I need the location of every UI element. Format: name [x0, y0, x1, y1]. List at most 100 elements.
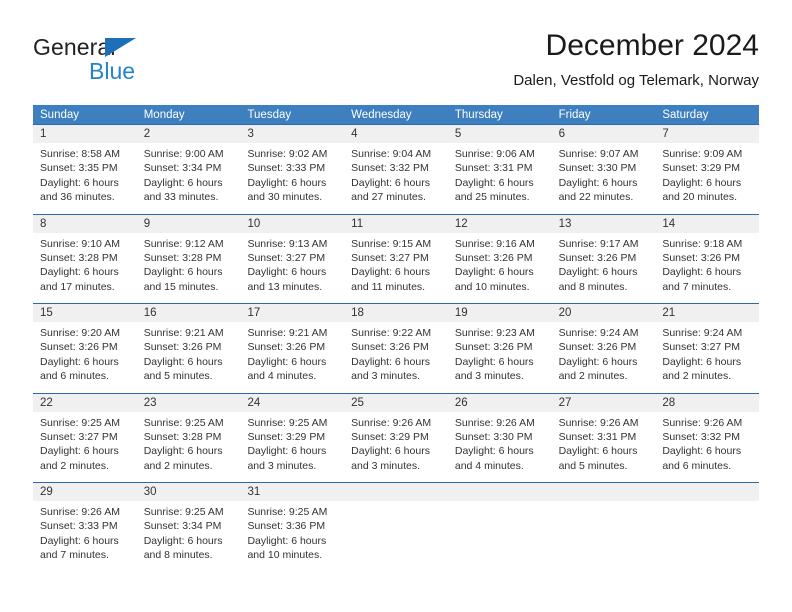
sunrise-text: Sunrise: 9:25 AM	[143, 416, 224, 429]
page-subtitle: Dalen, Vestfold og Telemark, Norway	[513, 72, 759, 89]
week-row: 29 Sunrise: 9:26 AM Sunset: 3:33 PM Dayl…	[33, 482, 760, 572]
sunset-text: Sunset: 3:26 PM	[143, 341, 222, 354]
daylight-line2: and 13 minutes.	[247, 280, 323, 293]
day-cell-empty	[344, 483, 448, 572]
sunset-text: Sunset: 3:26 PM	[454, 251, 533, 264]
daylight-line1: Daylight: 6 hours	[454, 176, 534, 189]
sunset-text: Sunset: 3:30 PM	[558, 162, 637, 175]
day-number: 19	[447, 304, 552, 322]
day-cell[interactable]: 28 Sunrise: 9:26 AM Sunset: 3:32 PM Dayl…	[655, 393, 760, 482]
day-cell[interactable]: 18 Sunrise: 9:22 AM Sunset: 3:26 PM Dayl…	[344, 304, 448, 393]
day-cell[interactable]: 17 Sunrise: 9:21 AM Sunset: 3:26 PM Dayl…	[240, 304, 345, 393]
daylight-line1: Daylight: 6 hours	[247, 266, 327, 279]
day-details: Sunrise: 9:25 AM Sunset: 3:27 PM Dayligh…	[33, 412, 137, 474]
day-cell-empty	[447, 483, 552, 572]
day-details: Sunrise: 9:22 AM Sunset: 3:26 PM Dayligh…	[344, 322, 448, 384]
sunset-text: Sunset: 3:27 PM	[40, 430, 118, 443]
day-cell[interactable]: 1 Sunrise: 8:58 AM Sunset: 3:35 PM Dayli…	[33, 125, 137, 214]
daylight-line1: Daylight: 6 hours	[40, 445, 119, 458]
day-cell[interactable]: 16 Sunrise: 9:21 AM Sunset: 3:26 PM Dayl…	[136, 304, 241, 393]
sunrise-text: Sunrise: 9:25 AM	[247, 416, 328, 429]
sunrise-text: Sunrise: 9:18 AM	[662, 237, 743, 250]
day-cell[interactable]: 5 Sunrise: 9:06 AM Sunset: 3:31 PM Dayli…	[447, 125, 552, 214]
daylight-line2: and 2 minutes.	[143, 459, 213, 472]
day-cell[interactable]: 24 Sunrise: 9:25 AM Sunset: 3:29 PM Dayl…	[240, 393, 345, 482]
day-number: 9	[136, 214, 241, 233]
sunset-text: Sunset: 3:26 PM	[40, 341, 118, 354]
day-details	[344, 501, 448, 505]
day-cell[interactable]: 8 Sunrise: 9:10 AM Sunset: 3:28 PM Dayli…	[33, 214, 137, 303]
day-details: Sunrise: 9:25 AM Sunset: 3:28 PM Dayligh…	[137, 412, 241, 474]
sunset-text: Sunset: 3:29 PM	[662, 162, 740, 175]
day-number: 31	[240, 483, 345, 501]
day-cell[interactable]: 25 Sunrise: 9:26 AM Sunset: 3:29 PM Dayl…	[344, 393, 448, 482]
sunset-text: Sunset: 3:30 PM	[454, 430, 533, 443]
day-cell[interactable]: 30 Sunrise: 9:25 AM Sunset: 3:34 PM Dayl…	[136, 483, 241, 572]
day-cell[interactable]: 13 Sunrise: 9:17 AM Sunset: 3:26 PM Dayl…	[551, 214, 656, 303]
sunset-text: Sunset: 3:26 PM	[351, 341, 429, 354]
day-cell[interactable]: 15 Sunrise: 9:20 AM Sunset: 3:26 PM Dayl…	[33, 304, 137, 393]
day-cell[interactable]: 20 Sunrise: 9:24 AM Sunset: 3:26 PM Dayl…	[551, 304, 656, 393]
week-row: 22 Sunrise: 9:25 AM Sunset: 3:27 PM Dayl…	[33, 392, 760, 482]
day-cell[interactable]: 9 Sunrise: 9:12 AM Sunset: 3:28 PM Dayli…	[136, 214, 241, 303]
daylight-line1: Daylight: 6 hours	[247, 176, 327, 189]
day-cell[interactable]: 22 Sunrise: 9:25 AM Sunset: 3:27 PM Dayl…	[33, 393, 137, 482]
day-cell[interactable]: 31 Sunrise: 9:25 AM Sunset: 3:36 PM Dayl…	[240, 483, 345, 572]
day-cell[interactable]: 14 Sunrise: 9:18 AM Sunset: 3:26 PM Dayl…	[655, 214, 760, 303]
day-details: Sunrise: 8:58 AM Sunset: 3:35 PM Dayligh…	[33, 143, 137, 205]
day-cell-empty	[655, 483, 760, 572]
day-number: 12	[447, 214, 552, 233]
day-cell[interactable]: 4 Sunrise: 9:04 AM Sunset: 3:32 PM Dayli…	[344, 125, 448, 214]
day-number: 11	[344, 214, 448, 233]
day-cell[interactable]: 19 Sunrise: 9:23 AM Sunset: 3:26 PM Dayl…	[447, 304, 552, 393]
day-cell[interactable]: 3 Sunrise: 9:02 AM Sunset: 3:33 PM Dayli…	[240, 125, 345, 214]
day-details: Sunrise: 9:16 AM Sunset: 3:26 PM Dayligh…	[448, 233, 552, 295]
sunset-text: Sunset: 3:36 PM	[247, 520, 326, 533]
daylight-line2: and 2 minutes.	[662, 370, 732, 383]
day-number: 8	[33, 214, 137, 233]
day-cell[interactable]: 11 Sunrise: 9:15 AM Sunset: 3:27 PM Dayl…	[344, 214, 448, 303]
day-details: Sunrise: 9:25 AM Sunset: 3:36 PM Dayligh…	[240, 501, 344, 563]
day-cell[interactable]: 7 Sunrise: 9:09 AM Sunset: 3:29 PM Dayli…	[655, 125, 760, 214]
daylight-line2: and 3 minutes.	[454, 370, 524, 383]
sunset-text: Sunset: 3:29 PM	[247, 430, 326, 443]
day-number	[344, 483, 448, 501]
day-cell[interactable]: 27 Sunrise: 9:26 AM Sunset: 3:31 PM Dayl…	[551, 393, 656, 482]
sunrise-text: Sunrise: 9:24 AM	[662, 327, 743, 339]
day-details: Sunrise: 9:26 AM Sunset: 3:33 PM Dayligh…	[33, 501, 137, 563]
general-blue-logo[interactable]: General Blue	[33, 34, 213, 96]
daylight-line2: and 6 minutes.	[662, 459, 732, 472]
sunset-text: Sunset: 3:35 PM	[40, 162, 118, 175]
day-details: Sunrise: 9:18 AM Sunset: 3:26 PM Dayligh…	[655, 233, 759, 295]
daylight-line2: and 27 minutes.	[351, 191, 426, 204]
day-cell[interactable]: 23 Sunrise: 9:25 AM Sunset: 3:28 PM Dayl…	[136, 393, 241, 482]
daylight-line2: and 10 minutes.	[454, 280, 530, 293]
day-number: 14	[655, 214, 760, 233]
sunrise-text: Sunrise: 9:00 AM	[143, 148, 224, 160]
sunset-text: Sunset: 3:29 PM	[351, 430, 429, 443]
day-number: 25	[344, 393, 448, 412]
sunrise-text: Sunrise: 9:25 AM	[40, 416, 120, 429]
day-number: 27	[551, 393, 656, 412]
day-cell[interactable]: 2 Sunrise: 9:00 AM Sunset: 3:34 PM Dayli…	[136, 125, 241, 214]
day-number: 2	[136, 125, 241, 143]
sunrise-text: Sunrise: 9:20 AM	[40, 327, 120, 339]
day-number: 16	[136, 304, 241, 322]
day-cell[interactable]: 29 Sunrise: 9:26 AM Sunset: 3:33 PM Dayl…	[33, 483, 137, 572]
day-cell[interactable]: 21 Sunrise: 9:24 AM Sunset: 3:27 PM Dayl…	[655, 304, 760, 393]
daylight-line1: Daylight: 6 hours	[351, 266, 430, 279]
page-title: December 2024	[545, 29, 759, 62]
day-cell[interactable]: 12 Sunrise: 9:16 AM Sunset: 3:26 PM Dayl…	[447, 214, 552, 303]
day-number: 6	[551, 125, 656, 143]
day-details	[448, 501, 552, 505]
daylight-line1: Daylight: 6 hours	[558, 355, 638, 368]
day-cell[interactable]: 26 Sunrise: 9:26 AM Sunset: 3:30 PM Dayl…	[447, 393, 552, 482]
day-details	[552, 501, 656, 505]
daylight-line2: and 22 minutes.	[558, 191, 634, 204]
daylight-line2: and 2 minutes.	[40, 459, 109, 472]
weekday-header-monday: Monday	[143, 109, 185, 121]
daylight-line1: Daylight: 6 hours	[558, 445, 638, 458]
day-cell[interactable]: 10 Sunrise: 9:13 AM Sunset: 3:27 PM Dayl…	[240, 214, 345, 303]
day-cell[interactable]: 6 Sunrise: 9:07 AM Sunset: 3:30 PM Dayli…	[551, 125, 656, 214]
daylight-line1: Daylight: 6 hours	[662, 355, 742, 368]
